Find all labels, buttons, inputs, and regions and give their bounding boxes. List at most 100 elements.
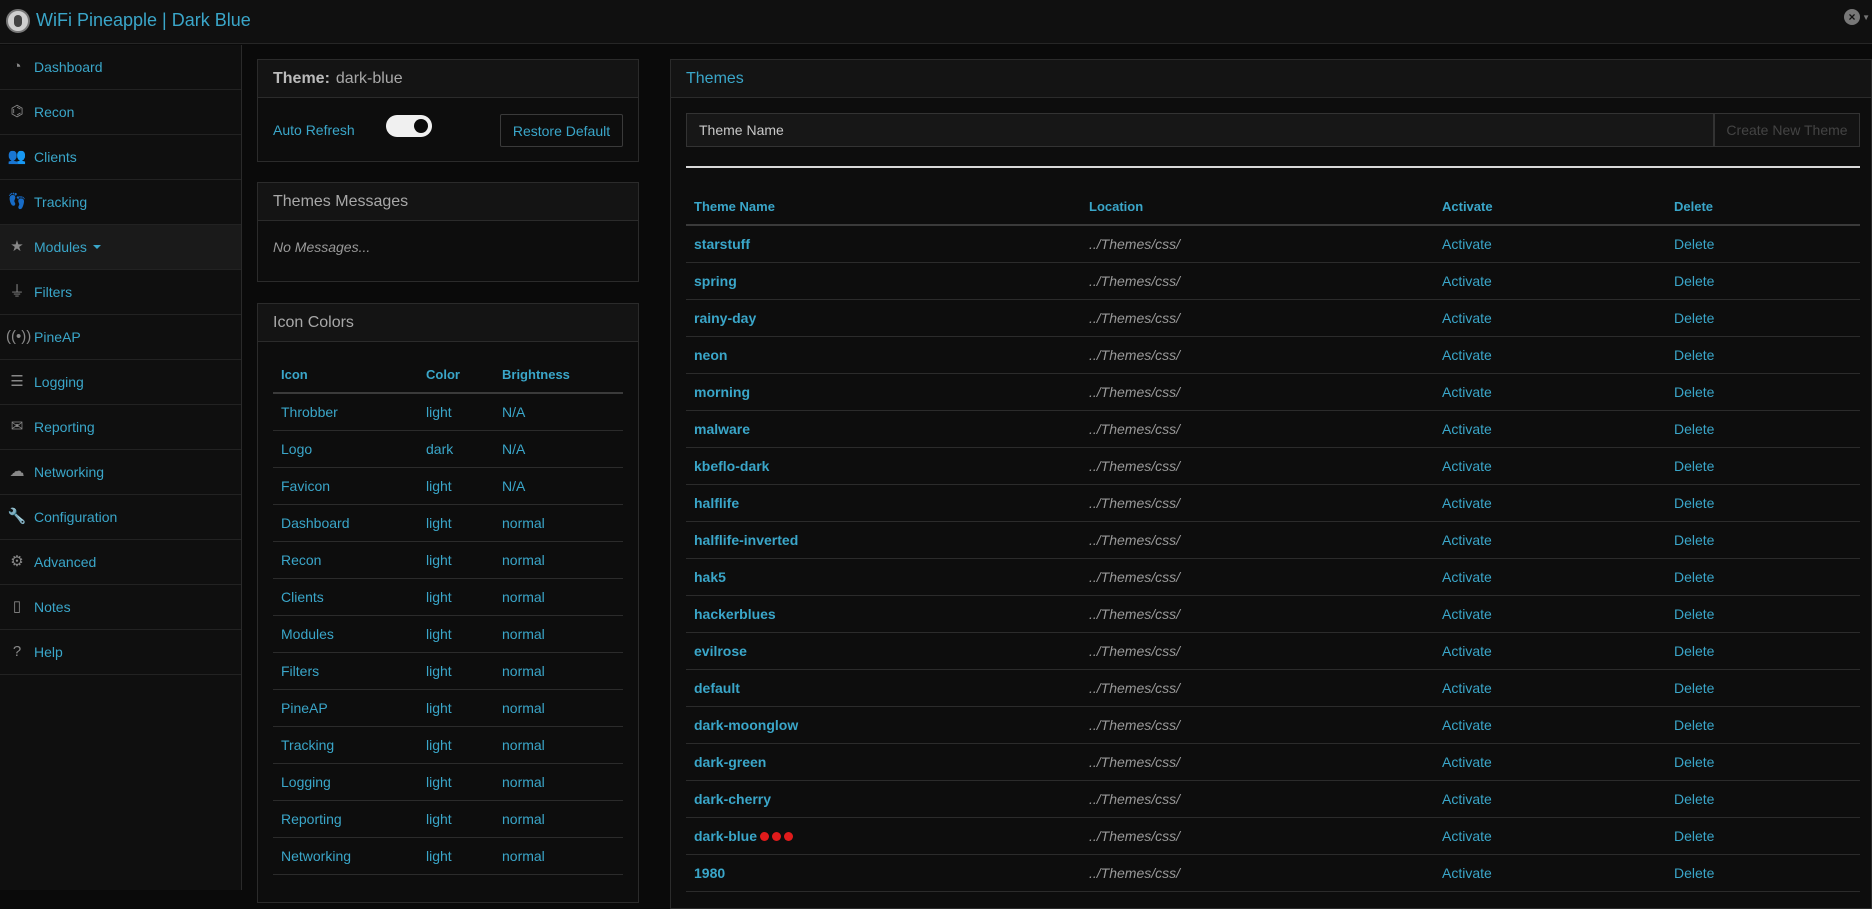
color-cell[interactable]: light — [418, 504, 494, 542]
brightness-cell[interactable]: N/A — [494, 430, 623, 468]
activate-link-text[interactable]: Activate — [1442, 532, 1492, 548]
delete-link[interactable]: Delete — [1666, 225, 1860, 263]
activate-link-text[interactable]: Activate — [1442, 643, 1492, 659]
delete-link-text[interactable]: Delete — [1674, 458, 1714, 474]
activate-link[interactable]: Activate — [1434, 373, 1666, 411]
color-cell[interactable]: light — [418, 763, 494, 801]
sidebar-item-advanced[interactable]: ⚙ Advanced — [0, 540, 241, 585]
color-cell[interactable]: light — [418, 615, 494, 653]
brightness-cell[interactable]: normal — [494, 837, 623, 875]
sidebar-item-networking[interactable]: ☁ Networking — [0, 450, 241, 495]
delete-link[interactable]: Delete — [1666, 595, 1860, 633]
color-cell[interactable]: light — [418, 393, 494, 431]
activate-link-text[interactable]: Activate — [1442, 236, 1492, 252]
brightness-cell[interactable]: normal — [494, 800, 623, 838]
activate-link[interactable]: Activate — [1434, 225, 1666, 263]
color-cell[interactable]: light — [418, 467, 494, 505]
auto-refresh-toggle[interactable] — [386, 115, 432, 137]
brightness-cell[interactable]: N/A — [494, 467, 623, 505]
sidebar-item-help[interactable]: ? Help — [0, 630, 241, 675]
delete-link-text[interactable]: Delete — [1674, 495, 1714, 511]
delete-link-text[interactable]: Delete — [1674, 310, 1714, 326]
delete-link[interactable]: Delete — [1666, 669, 1860, 707]
delete-link[interactable]: Delete — [1666, 484, 1860, 522]
color-cell[interactable]: light — [418, 541, 494, 579]
activate-link[interactable]: Activate — [1434, 669, 1666, 707]
activate-link-text[interactable]: Activate — [1442, 273, 1492, 289]
sidebar-item-filters[interactable]: ⏚ Filters — [0, 270, 241, 315]
sidebar-item-configuration[interactable]: 🔧 Configuration — [0, 495, 241, 540]
delete-link-text[interactable]: Delete — [1674, 865, 1714, 881]
delete-link-text[interactable]: Delete — [1674, 717, 1714, 733]
activate-link[interactable]: Activate — [1434, 743, 1666, 781]
activate-link-text[interactable]: Activate — [1442, 569, 1492, 585]
brightness-cell[interactable]: normal — [494, 726, 623, 764]
delete-link[interactable]: Delete — [1666, 780, 1860, 818]
delete-link-text[interactable]: Delete — [1674, 532, 1714, 548]
close-icon[interactable]: × — [1844, 9, 1860, 25]
activate-link-text[interactable]: Activate — [1442, 828, 1492, 844]
delete-link-text[interactable]: Delete — [1674, 606, 1714, 622]
delete-link[interactable]: Delete — [1666, 817, 1860, 855]
activate-link-text[interactable]: Activate — [1442, 384, 1492, 400]
activate-link-text[interactable]: Activate — [1442, 495, 1492, 511]
delete-link-text[interactable]: Delete — [1674, 680, 1714, 696]
delete-link[interactable]: Delete — [1666, 336, 1860, 374]
brightness-cell[interactable]: N/A — [494, 393, 623, 431]
delete-link-text[interactable]: Delete — [1674, 421, 1714, 437]
restore-default-button[interactable]: Restore Default — [500, 114, 623, 147]
delete-link-text[interactable]: Delete — [1674, 643, 1714, 659]
color-cell[interactable]: light — [418, 726, 494, 764]
brightness-cell[interactable]: normal — [494, 578, 623, 616]
sidebar-item-modules[interactable]: ★ Modules — [0, 225, 241, 270]
activate-link-text[interactable]: Activate — [1442, 680, 1492, 696]
delete-link-text[interactable]: Delete — [1674, 754, 1714, 770]
brightness-cell[interactable]: normal — [494, 504, 623, 542]
activate-link-text[interactable]: Activate — [1442, 421, 1492, 437]
activate-link-text[interactable]: Activate — [1442, 717, 1492, 733]
activate-link[interactable]: Activate — [1434, 595, 1666, 633]
sidebar-item-recon[interactable]: ⌬ Recon — [0, 90, 241, 135]
delete-link[interactable]: Delete — [1666, 373, 1860, 411]
color-cell[interactable]: light — [418, 652, 494, 690]
brightness-cell[interactable]: normal — [494, 541, 623, 579]
brightness-cell[interactable]: normal — [494, 763, 623, 801]
brightness-cell[interactable]: normal — [494, 615, 623, 653]
activate-link[interactable]: Activate — [1434, 706, 1666, 744]
delete-link-text[interactable]: Delete — [1674, 347, 1714, 363]
app-title[interactable]: WiFi Pineapple | Dark Blue — [36, 10, 251, 31]
sidebar-item-pineap[interactable]: ((•)) PineAP — [0, 315, 241, 360]
color-cell[interactable]: light — [418, 578, 494, 616]
create-new-theme-button[interactable]: Create New Theme — [1714, 113, 1860, 147]
sidebar-item-clients[interactable]: 👥 Clients — [0, 135, 241, 180]
sidebar-item-tracking[interactable]: 👣 Tracking — [0, 180, 241, 225]
delete-link-text[interactable]: Delete — [1674, 236, 1714, 252]
delete-link[interactable]: Delete — [1666, 558, 1860, 596]
activate-link[interactable]: Activate — [1434, 484, 1666, 522]
activate-link[interactable]: Activate — [1434, 521, 1666, 559]
activate-link[interactable]: Activate — [1434, 410, 1666, 448]
delete-link-text[interactable]: Delete — [1674, 828, 1714, 844]
activate-link-text[interactable]: Activate — [1442, 791, 1492, 807]
delete-link[interactable]: Delete — [1666, 854, 1860, 892]
delete-link-text[interactable]: Delete — [1674, 384, 1714, 400]
activate-link[interactable]: Activate — [1434, 447, 1666, 485]
delete-link[interactable]: Delete — [1666, 743, 1860, 781]
activate-link[interactable]: Activate — [1434, 817, 1666, 855]
theme-name-input[interactable]: Theme Name — [686, 113, 1714, 147]
sidebar-item-notes[interactable]: ▯ Notes — [0, 585, 241, 630]
sidebar-item-logging[interactable]: ☰ Logging — [0, 360, 241, 405]
sidebar-item-reporting[interactable]: ✉ Reporting — [0, 405, 241, 450]
activate-link[interactable]: Activate — [1434, 336, 1666, 374]
delete-link-text[interactable]: Delete — [1674, 569, 1714, 585]
brightness-cell[interactable]: normal — [494, 652, 623, 690]
delete-link[interactable]: Delete — [1666, 706, 1860, 744]
activate-link-text[interactable]: Activate — [1442, 754, 1492, 770]
chevron-down-icon[interactable]: ▼ — [1862, 13, 1870, 22]
activate-link[interactable]: Activate — [1434, 632, 1666, 670]
activate-link[interactable]: Activate — [1434, 854, 1666, 892]
color-cell[interactable]: light — [418, 689, 494, 727]
color-cell[interactable]: light — [418, 837, 494, 875]
activate-link[interactable]: Activate — [1434, 262, 1666, 300]
brightness-cell[interactable]: normal — [494, 689, 623, 727]
